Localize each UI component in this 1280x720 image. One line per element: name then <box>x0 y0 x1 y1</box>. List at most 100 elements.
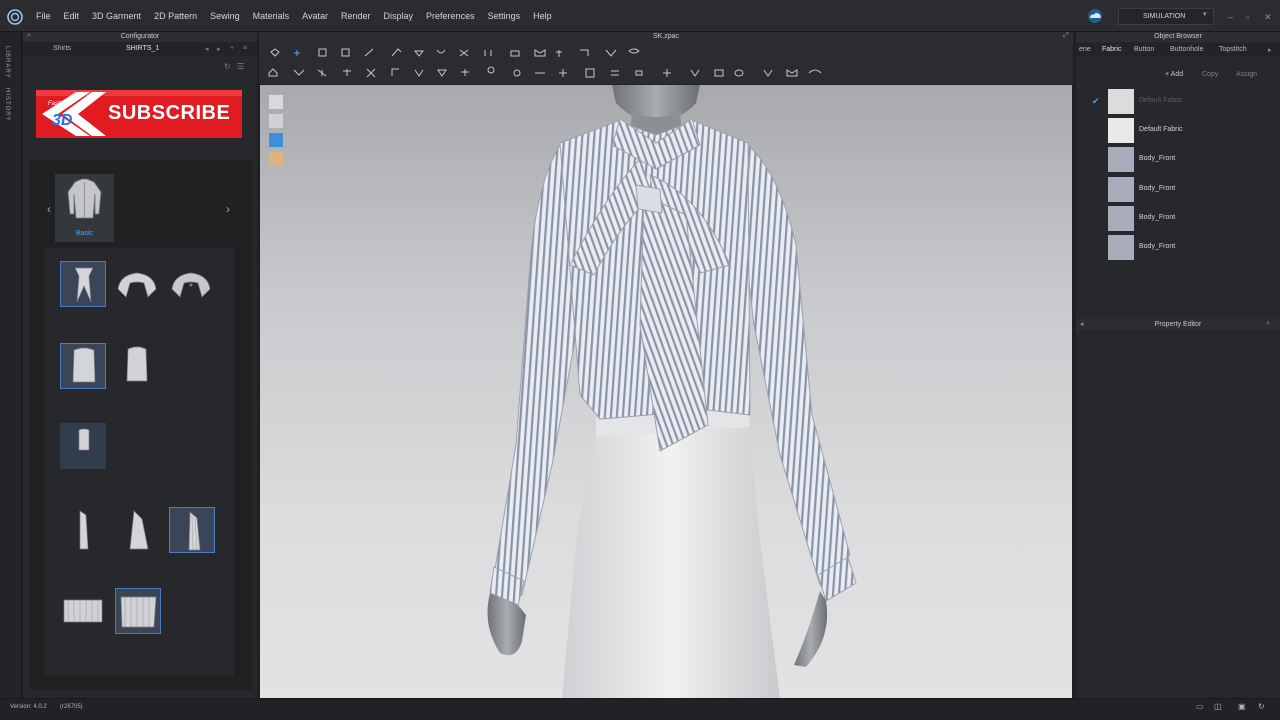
fabric-swatch <box>1108 206 1134 231</box>
side-tab-strip: LIBRARY HISTORY <box>0 32 22 698</box>
assign-fabric-button[interactable]: Assign <box>1236 71 1257 78</box>
tab-history[interactable]: HISTORY <box>4 88 10 121</box>
menu-2d-pattern[interactable]: 2D Pattern <box>154 11 197 21</box>
expand-icon[interactable]: ⤢ <box>1063 32 1069 40</box>
brand-3d: 3D <box>52 112 73 129</box>
fabric-name: Default Fabric <box>1139 97 1183 104</box>
style-item-sleeve-2[interactable] <box>114 507 160 553</box>
menu-preferences[interactable]: Preferences <box>426 11 475 21</box>
viewport-title: SK.zpac <box>259 32 1073 42</box>
refresh-icon[interactable]: ↻ <box>1258 702 1265 711</box>
menu-help[interactable]: Help <box>533 11 552 21</box>
minimize-icon[interactable]: – <box>1228 12 1233 22</box>
check-icon: ✔ <box>1092 96 1100 106</box>
fabric-name: Body_Front <box>1139 214 1176 221</box>
style-item-collar-2[interactable] <box>114 261 160 307</box>
build-text: (r26705) <box>60 704 83 710</box>
configurator-title: Configurator <box>23 32 257 42</box>
copy-fabric-button[interactable]: Copy <box>1202 71 1218 78</box>
tab-menu-icon[interactable]: ≡ <box>243 45 247 52</box>
fabric-swatch <box>1108 147 1134 172</box>
menu-render[interactable]: Render <box>341 11 371 21</box>
tab-scroll-left-icon[interactable]: ◂ <box>205 45 209 53</box>
view-avatar-icon[interactable] <box>269 95 283 109</box>
add-fabric-button[interactable]: + Add <box>1165 71 1183 78</box>
tab-buttonhole[interactable]: Buttonhole <box>1170 46 1203 53</box>
tab-shirts-1[interactable]: SHIRTS_1 <box>126 45 159 52</box>
style-item-collar-3[interactable] <box>168 261 214 307</box>
chevron-down-icon[interactable]: ▾ <box>1203 10 1207 18</box>
tab-library[interactable]: LIBRARY <box>4 46 10 79</box>
object-browser-title: Object Browser <box>1076 32 1280 42</box>
view-texture-icon[interactable] <box>269 133 283 147</box>
style-item-body-1[interactable] <box>60 343 106 389</box>
status-bar: Version: 4.0.2 (r26705) ▭ ◫ ▣ ↻ <box>0 698 1280 720</box>
menu-sewing[interactable]: Sewing <box>210 11 240 21</box>
panel-view-icon[interactable]: ▣ <box>1238 702 1246 711</box>
menu-3d-garment[interactable]: 3D Garment <box>92 11 141 21</box>
fabric-name: Body_Front <box>1139 243 1176 250</box>
fabric-row[interactable]: Default Fabric <box>1108 118 1248 143</box>
fabric-swatch <box>1108 118 1134 143</box>
fabric-row[interactable]: Default Fabric <box>1108 89 1248 114</box>
view-skin-icon[interactable] <box>269 152 283 166</box>
brand-name: Fashion <box>48 101 70 107</box>
tab-scroll-right-icon[interactable]: ▸ <box>1268 46 1272 54</box>
main-menu: File Edit 3D Garment 2D Pattern Sewing M… <box>36 0 565 32</box>
app-logo-icon[interactable] <box>6 8 24 26</box>
chevron-left-icon[interactable]: ‹ <box>47 202 51 216</box>
style-item-cuff-1[interactable] <box>60 588 106 634</box>
tab-scene[interactable]: ene <box>1079 46 1091 53</box>
style-item-bow-collar[interactable] <box>60 261 106 307</box>
menu-file[interactable]: File <box>36 11 51 21</box>
property-editor-title: Property Editor <box>1076 319 1280 330</box>
layout-icon[interactable]: ▭ <box>1196 702 1204 711</box>
list-view-icon[interactable]: ☰ <box>237 62 244 71</box>
view-garment-icon[interactable] <box>269 114 283 128</box>
fabric-name: Body_Front <box>1139 185 1176 192</box>
toolbar-icons <box>268 48 822 78</box>
3d-toolbar <box>259 42 1073 84</box>
menu-display[interactable]: Display <box>384 11 414 21</box>
fabric-swatch <box>1108 177 1134 202</box>
cloud-icon[interactable] <box>1086 8 1104 24</box>
split-view-icon[interactable]: ◫ <box>1214 702 1222 711</box>
3d-viewport[interactable] <box>260 85 1072 698</box>
tab-fabric[interactable]: Fabric <box>1102 46 1121 53</box>
shirt-icon <box>67 178 102 219</box>
tab-scroll-right-icon[interactable]: ▸ <box>217 45 221 53</box>
menu-bar: File Edit 3D Garment 2D Pattern Sewing M… <box>0 0 1280 32</box>
tab-topstitch[interactable]: Topstitch <box>1219 46 1247 53</box>
style-item-sleeve-1[interactable] <box>60 507 106 553</box>
viewport-side-tools <box>268 93 284 169</box>
subscribe-label: SUBSCRIBE <box>108 102 231 124</box>
style-item-body-2[interactable] <box>114 343 160 389</box>
fabric-row[interactable]: Body_Front <box>1108 206 1248 231</box>
tab-shirts[interactable]: Shirts <box>53 45 71 52</box>
object-browser-tabs: ene Fabric Button Buttonhole Topstitch ▸ <box>1076 43 1280 57</box>
fabric-row[interactable]: Body_Front <box>1108 147 1248 172</box>
menu-edit[interactable]: Edit <box>64 11 80 21</box>
maximize-icon[interactable]: ▫ <box>1246 12 1249 22</box>
close-icon[interactable]: ✕ <box>1264 12 1272 23</box>
search-icon[interactable]: ⌕ <box>1266 320 1270 328</box>
fabric-swatch <box>1108 89 1134 114</box>
style-item-sleeve-3[interactable] <box>169 507 215 553</box>
refresh-icon[interactable]: ↻ <box>224 62 231 71</box>
garment-avatar-render <box>487 85 857 698</box>
configurator-tabs: Shirts SHIRTS_1 ◂ ▸ + ≡ <box>23 42 257 56</box>
tab-button[interactable]: Button <box>1134 46 1154 53</box>
style-item-cuff-2[interactable] <box>115 588 161 634</box>
fabric-row[interactable]: Body_Front <box>1108 177 1248 202</box>
menu-materials[interactable]: Materials <box>253 11 290 21</box>
style-item-body-3[interactable] <box>60 423 106 469</box>
chevron-right-icon[interactable]: › <box>226 202 230 216</box>
simulation-toggle[interactable]: SIMULATION <box>1118 8 1214 25</box>
menu-settings[interactable]: Settings <box>488 11 521 21</box>
fabric-swatch <box>1108 235 1134 260</box>
search-icon[interactable]: ⌕ <box>27 32 31 40</box>
collapse-icon[interactable]: ◂ <box>1080 320 1084 328</box>
fabric-row[interactable]: Body_Front <box>1108 235 1248 260</box>
add-tab-icon[interactable]: + <box>230 45 234 52</box>
menu-avatar[interactable]: Avatar <box>302 11 328 21</box>
